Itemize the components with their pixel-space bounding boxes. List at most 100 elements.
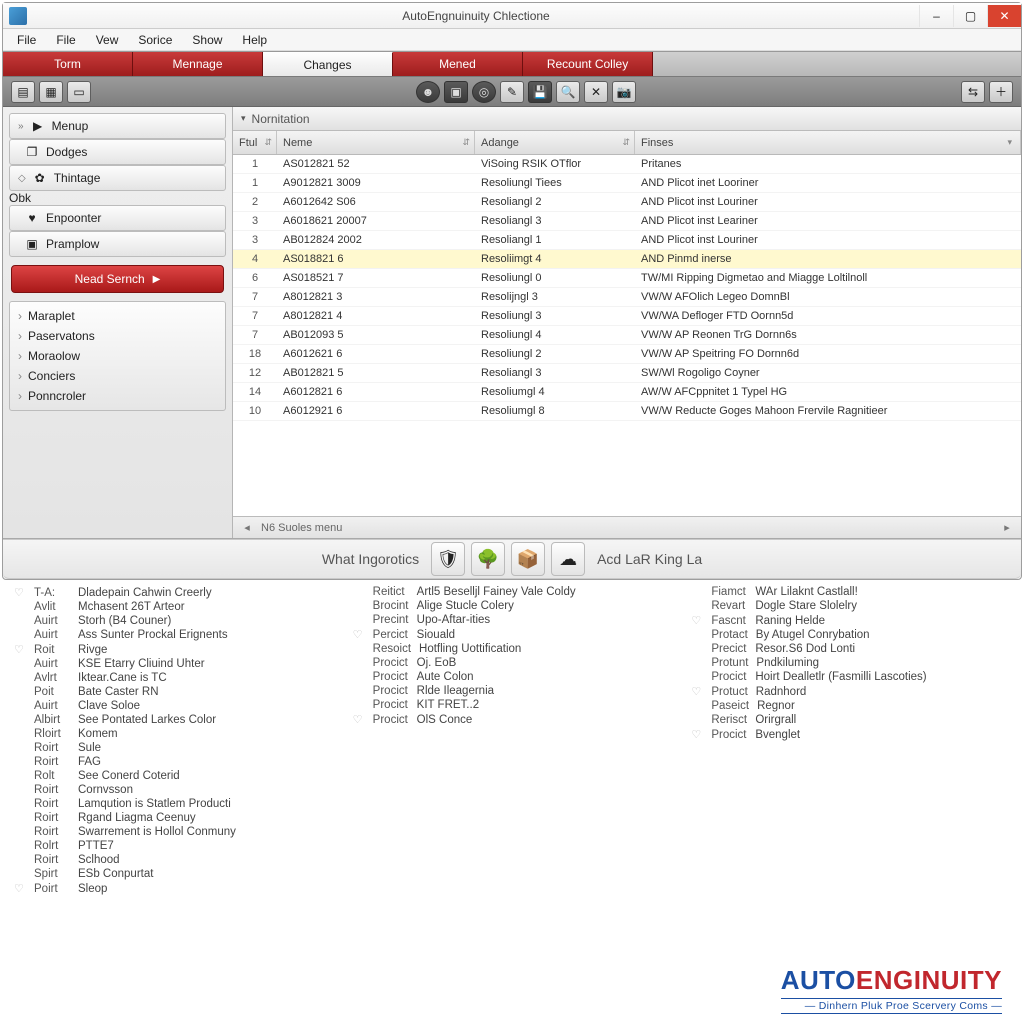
list-item[interactable]: PoitBate Caster RN <box>14 686 333 698</box>
tab-mened[interactable]: Mened <box>393 52 523 76</box>
bottom-icon-0[interactable]: 🛡 <box>431 542 465 576</box>
table-row[interactable]: 6AS018521 7Resoliungl 0TW/MI Ripping Dig… <box>233 269 1021 288</box>
scroll-left-icon[interactable]: ◂ <box>239 521 255 534</box>
list-item[interactable]: ProcictAute Colon <box>353 671 672 683</box>
tree-item-moraolow[interactable]: ›Moraolow <box>10 346 225 366</box>
search-button[interactable]: Nead Sernch ▶ <box>11 265 224 293</box>
tab-torm[interactable]: Torm <box>3 52 133 76</box>
list-item[interactable]: AvlitMchasent 26T Arteor <box>14 601 333 613</box>
table-row[interactable]: 12AB012821 5Resoliangl 3SW/Wl Rogoligo C… <box>233 364 1021 383</box>
sidebar-item-enpoonter[interactable]: ♥Enpoonter <box>9 205 226 231</box>
table-row[interactable]: 4AS018821 6Resoliimgt 4AND Pinmd inerse <box>233 250 1021 269</box>
bottom-icon-3[interactable]: ☁ <box>551 542 585 576</box>
sidebar-item-menup[interactable]: »▶Menup <box>9 113 226 139</box>
tool-search-icon[interactable]: 🔍 <box>556 81 580 103</box>
bottom-icon-2[interactable]: 📦 <box>511 542 545 576</box>
maximize-button[interactable]: ▢ <box>953 5 987 27</box>
tool-camera-icon[interactable]: 📷 <box>612 81 636 103</box>
list-item[interactable]: ♡ProtuctRadnhord <box>691 685 1010 698</box>
list-item[interactable]: RerisctOrirgrall <box>691 714 1010 726</box>
tool-wrench-icon[interactable]: ✕ <box>584 81 608 103</box>
tab-recount colley[interactable]: Recount Colley <box>523 52 653 76</box>
col-finses[interactable]: Finses▾ <box>635 131 1021 154</box>
list-item[interactable]: FiamctWAr Lilaknt Castlall! <box>691 586 1010 598</box>
table-row[interactable]: 7AB012093 5Resoliungl 4VW/W AP Reonen Tr… <box>233 326 1021 345</box>
table-row[interactable]: 3A6018621 20007Resoliangl 3AND Plicot in… <box>233 212 1021 231</box>
list-item[interactable]: AvlrtIktear.Cane is TC <box>14 672 333 684</box>
list-item[interactable]: AuirtKSE Etarry Cliuind Uhter <box>14 658 333 670</box>
sidebar-item-pramplow[interactable]: ▣Pramplow <box>9 231 226 257</box>
tool-box-icon[interactable]: ▣ <box>444 81 468 103</box>
close-button[interactable]: ✕ <box>987 5 1021 27</box>
list-item[interactable]: ♡PoirtSleop <box>14 882 333 895</box>
list-item[interactable]: PrecictResor.S6 Dod Lonti <box>691 643 1010 655</box>
tree-item-paservatons[interactable]: ›Paservatons <box>10 326 225 346</box>
list-item[interactable]: AlbirtSee Pontated Larkes Color <box>14 714 333 726</box>
list-item[interactable]: RoirtLamqution is Statlem Producti <box>14 798 333 810</box>
list-item[interactable]: RoltSee Conerd Coterid <box>14 770 333 782</box>
menu-vew[interactable]: Vew <box>88 31 127 49</box>
list-item[interactable]: ProcictHoirt Dealletlr (Fasmilli Lascoti… <box>691 671 1010 683</box>
menu-show[interactable]: Show <box>184 31 230 49</box>
list-item[interactable]: PrecintUpo-Aftar-ities <box>353 614 672 626</box>
list-item[interactable]: RoirtSclhood <box>14 854 333 866</box>
col-ftul[interactable]: Ftul⇵ <box>233 131 277 154</box>
scroll-right-icon[interactable]: ▸ <box>999 521 1015 534</box>
tool-slide-icon[interactable]: ▦ <box>39 81 63 103</box>
list-item[interactable]: AuirtStorh (B4 Couner) <box>14 615 333 627</box>
sidebar-item-dodges[interactable]: ❐Dodges <box>9 139 226 165</box>
table-row[interactable]: 2A6012642 S06Resoliangl 2AND Plicot inst… <box>233 193 1021 212</box>
list-item[interactable]: ProcictRlde Ileagernia <box>353 685 672 697</box>
grid-body[interactable]: 1AS012821 52ViSoing RSIK OTflorPritanes1… <box>233 155 1021 516</box>
table-row[interactable]: 7A8012821 4Resoliungl 3VW/WA Defloger FT… <box>233 307 1021 326</box>
table-row[interactable]: 14A6012821 6Resoliumgl 4AW/W AFCppnitet … <box>233 383 1021 402</box>
tab-changes[interactable]: Changes <box>263 52 393 76</box>
list-item[interactable]: RoirtRgand Liagma Ceenuy <box>14 812 333 824</box>
list-item[interactable]: SpirtESb Conpurtat <box>14 868 333 880</box>
list-item[interactable]: RoirtSule <box>14 742 333 754</box>
list-item[interactable]: ♡ProcictOlS Conce <box>353 713 672 726</box>
list-item[interactable]: AuirtAss Sunter Prockal Erignents <box>14 629 333 641</box>
list-item[interactable]: RoirtSwarrement is Hollol Conmuny <box>14 826 333 838</box>
table-row[interactable]: 1A9012821 3009Resoliungl TieesAND Plicot… <box>233 174 1021 193</box>
col-neme[interactable]: Neme⇵ <box>277 131 475 154</box>
list-item[interactable]: PaseictRegnor <box>691 700 1010 712</box>
list-item[interactable]: RolrtPTTE7 <box>14 840 333 852</box>
list-item[interactable]: AuirtClave Soloe <box>14 700 333 712</box>
list-item[interactable]: ProtuntPndkiluming <box>691 657 1010 669</box>
menu-file[interactable]: File <box>9 31 44 49</box>
tool-add-icon[interactable]: ＋ <box>989 81 1013 103</box>
table-row[interactable]: 1AS012821 52ViSoing RSIK OTflorPritanes <box>233 155 1021 174</box>
tool-screens-icon[interactable]: ▤ <box>11 81 35 103</box>
tool-face-icon[interactable]: ☻ <box>416 81 440 103</box>
tool-prevnext-icon[interactable]: ⇆ <box>961 81 985 103</box>
menu-sorice[interactable]: Sorice <box>130 31 180 49</box>
list-item[interactable]: ♡RoitRivge <box>14 643 333 656</box>
menu-help[interactable]: Help <box>234 31 275 49</box>
panel-header[interactable]: ▾ Nornitation <box>233 107 1021 131</box>
tab-mennage[interactable]: Mennage <box>133 52 263 76</box>
tree-item-conciers[interactable]: ›Conciers <box>10 366 225 386</box>
list-item[interactable]: ♡FascntRaning Helde <box>691 614 1010 627</box>
list-item[interactable]: ProcictKIT FRET..2 <box>353 699 672 711</box>
list-item[interactable]: ♡PercictSiouald <box>353 628 672 641</box>
table-row[interactable]: 7A8012821 3Resolijngl 3VW/W AFOlich Lege… <box>233 288 1021 307</box>
col-adange[interactable]: Adange⇵ <box>475 131 635 154</box>
table-row[interactable]: 18A6012621 6Resoliungl 2VW/W AP Speitrin… <box>233 345 1021 364</box>
tree-item-ponncroler[interactable]: ›Ponncroler <box>10 386 225 406</box>
list-item[interactable]: ResoictHotfling Uottification <box>353 643 672 655</box>
minimize-button[interactable]: – <box>919 5 953 27</box>
table-row[interactable]: 3AB012824 2002Resoliangl 1AND Plicot ins… <box>233 231 1021 250</box>
tool-save-icon[interactable]: 💾 <box>528 81 552 103</box>
list-item[interactable]: ♡T-A:Dladepain Cahwin Creerly <box>14 586 333 599</box>
tool-edit-icon[interactable]: ✎ <box>500 81 524 103</box>
list-item[interactable]: RevartDogle Stare Slolelry <box>691 600 1010 612</box>
list-item[interactable]: RoirtCornvsson <box>14 784 333 796</box>
bottom-icon-1[interactable]: 🌳 <box>471 542 505 576</box>
tool-monitor-icon[interactable]: ▭ <box>67 81 91 103</box>
tool-disc-icon[interactable]: ◎ <box>472 81 496 103</box>
list-item[interactable]: BrocintAlige Stucle Colery <box>353 600 672 612</box>
sidebar-item-thintage[interactable]: ◇✿Thintage <box>9 165 226 191</box>
list-item[interactable]: RoirtFAG <box>14 756 333 768</box>
table-row[interactable]: 10A6012921 6Resoliumgl 8VW/W Reducte Gog… <box>233 402 1021 421</box>
